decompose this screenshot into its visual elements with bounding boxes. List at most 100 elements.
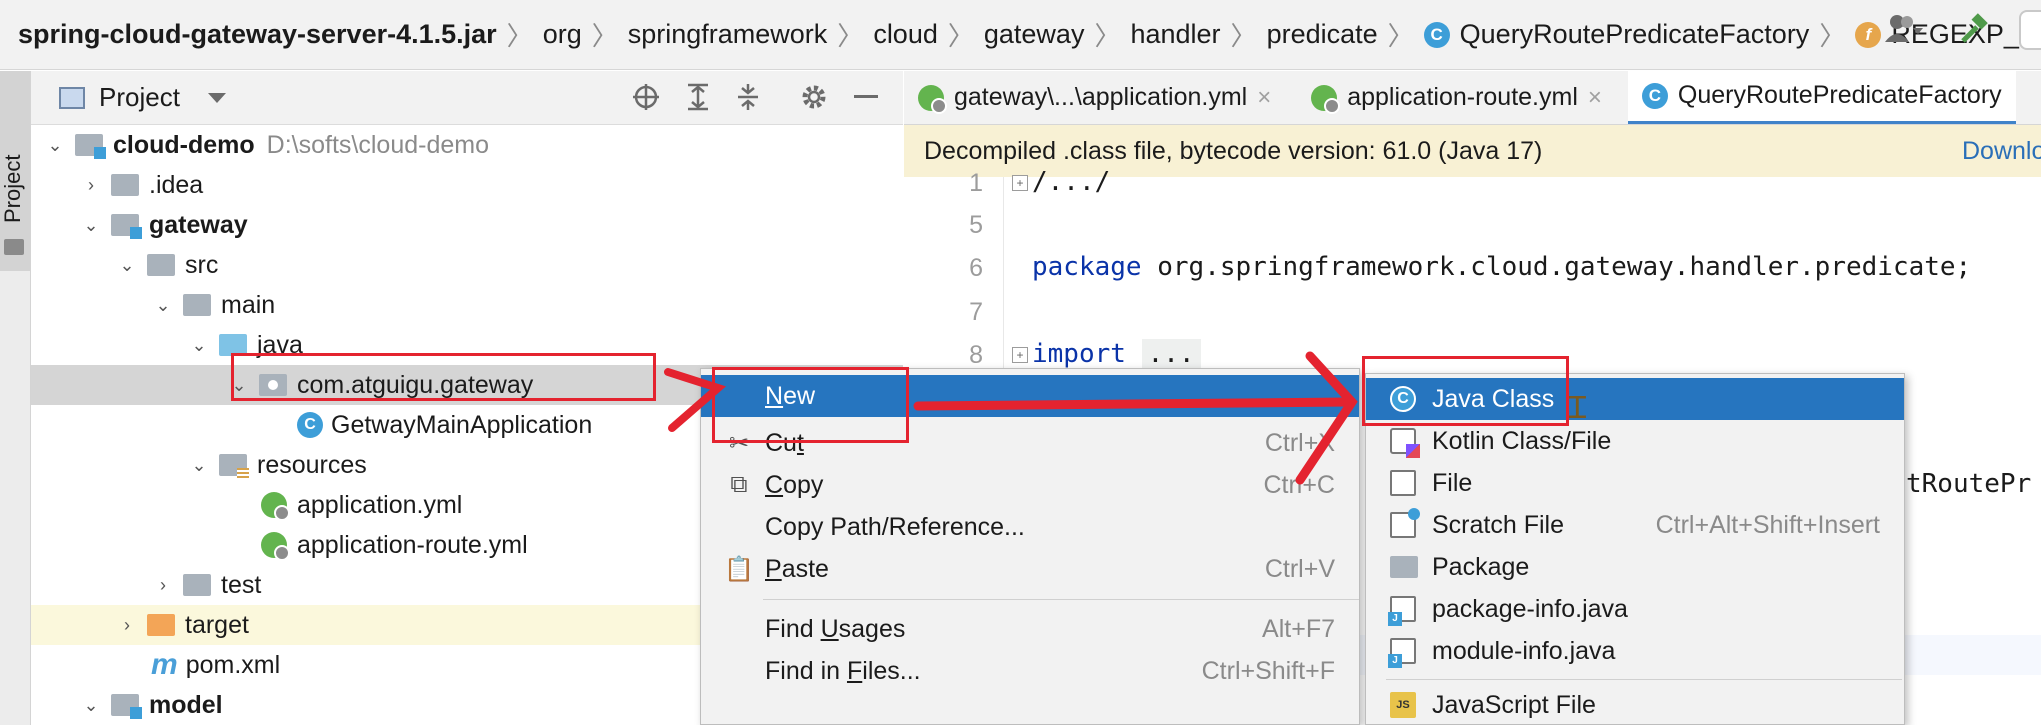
tab-query-route-predicate-factory[interactable]: C QueryRoutePredicateFactory [1627, 71, 2016, 124]
menu-shortcut: Ctrl+V [1264, 554, 1335, 583]
submenu-item-scratch-file[interactable]: Scratch File Ctrl+Alt+Shift+Insert [1366, 504, 1904, 546]
fold-expand-icon[interactable]: + [1012, 175, 1028, 191]
menu-label: Package [1432, 552, 1530, 581]
spring-yml-icon [1311, 84, 1341, 114]
text-cursor-icon: Ꮖ [1568, 392, 1588, 425]
menu-item-paste[interactable]: 📋 Paste Ctrl+V [701, 548, 1359, 590]
tree-item-idea[interactable]: › .idea [31, 165, 903, 205]
breadcrumb-class[interactable]: C QueryRoutePredicateFactory [1418, 19, 1816, 50]
breadcrumb-predicate[interactable]: predicate [1261, 19, 1384, 50]
chevron-right-icon: 〉 [1230, 21, 1257, 51]
chevron-right-icon: 〉 [837, 21, 864, 51]
menu-shortcut: Ctrl+C [1263, 470, 1335, 499]
tree-item-cloud-demo[interactable]: ⌄ cloud-demo D:\softs\cloud-demo [31, 125, 903, 165]
submenu-item-module-info[interactable]: module-info.java [1366, 630, 1904, 672]
breadcrumb-gateway[interactable]: gateway [978, 19, 1091, 50]
chevron-down-icon[interactable]: ⌄ [153, 295, 173, 315]
tree-item-label: application.yml [297, 490, 463, 519]
line-number: 6 [969, 254, 983, 282]
menu-label: package-info.java [1432, 594, 1628, 623]
crosshair-locate-icon[interactable] [632, 83, 660, 111]
chevron-right-icon[interactable]: › [153, 575, 173, 595]
close-icon[interactable]: × [1588, 84, 1602, 112]
chevron-right-icon: 〉 [1819, 21, 1846, 51]
chevron-right-icon[interactable]: › [81, 175, 101, 195]
tree-item-gateway[interactable]: ⌄ gateway [31, 205, 903, 245]
tree-item-label: GetwayMainApplication [331, 410, 593, 439]
tree-item-label: .idea [149, 170, 204, 199]
chevron-right-icon: 〉 [947, 21, 974, 51]
folder-icon [183, 294, 211, 316]
chevron-down-icon[interactable]: ⌄ [81, 695, 101, 715]
code-line-8: import ... [1032, 339, 1201, 369]
submenu-item-package-info[interactable]: package-info.java [1366, 588, 1904, 630]
menu-item-find-in-files[interactable]: Find in Files... Ctrl+Shift+F [701, 650, 1359, 692]
submenu-item-package[interactable]: Package [1366, 546, 1904, 588]
navigation-breadcrumb: spring-cloud-gateway-server-4.1.5.jar 〉 … [0, 0, 2041, 70]
banner-text: Decompiled .class file, bytecode version… [924, 136, 1543, 165]
line-number: 5 [969, 211, 983, 239]
tree-item-label: test [221, 570, 262, 599]
chevron-down-icon[interactable]: ⌄ [189, 455, 209, 475]
submenu-item-file[interactable]: File [1366, 462, 1904, 504]
breadcrumb-cloud[interactable]: cloud [867, 19, 944, 50]
tree-item-label: resources [257, 450, 367, 479]
code-text: org.springframework.cloud.gateway.handle… [1141, 252, 1972, 282]
toolbar-overflow-box[interactable] [2019, 10, 2041, 50]
javascript-file-icon: JS [1390, 692, 1416, 718]
tree-item-label: gateway [149, 210, 248, 239]
menu-item-find-usages[interactable]: Find Usages Alt+F7 [701, 608, 1359, 650]
expand-all-icon[interactable] [686, 83, 710, 111]
menu-shortcut: Ctrl+Shift+F [1201, 656, 1335, 685]
project-panel-header: Project [31, 71, 903, 125]
code-line-6: package org.springframework.cloud.gatewa… [1032, 252, 1971, 282]
menu-item-copy-path[interactable]: Copy Path/Reference... [701, 506, 1359, 548]
breadcrumb-org[interactable]: org [537, 19, 588, 50]
chevron-down-icon[interactable]: ⌄ [45, 135, 65, 155]
breadcrumb-class-label: QueryRoutePredicateFactory [1459, 19, 1810, 49]
minimize-icon[interactable] [854, 94, 878, 100]
chevron-down-icon[interactable]: ⌄ [117, 255, 137, 275]
folder-icon [111, 174, 139, 196]
menu-separator [1386, 679, 1902, 680]
spring-yml-icon [261, 492, 290, 521]
breadcrumb-springframework[interactable]: springframework [622, 19, 834, 50]
user-dropdown-icon[interactable] [1883, 10, 1929, 50]
tab-application-yml[interactable]: gateway\...\application.yml × [904, 71, 1285, 124]
chevron-down-icon[interactable]: ⌄ [189, 335, 209, 355]
submenu-item-javascript-file[interactable]: JS JavaScript File [1366, 684, 1904, 725]
chevron-right-icon: 〉 [591, 21, 618, 51]
spring-yml-icon [918, 84, 947, 114]
chevron-down-icon[interactable]: ⌄ [81, 215, 101, 235]
tab-label: gateway\...\application.yml [954, 83, 1248, 111]
left-tool-strip: Project [0, 71, 31, 725]
code-line-1: /.../ [1032, 167, 1110, 197]
chevron-right-icon[interactable]: › [117, 615, 137, 635]
tree-item-main[interactable]: ⌄ main [31, 285, 903, 325]
annotation-box-new [712, 367, 909, 443]
tree-item-src[interactable]: ⌄ src [31, 245, 903, 285]
project-panel-title[interactable]: Project [99, 82, 180, 113]
tree-item-label: model [149, 690, 223, 719]
line-number: 8 [969, 341, 983, 369]
gear-icon[interactable] [800, 83, 828, 111]
close-icon[interactable]: × [1257, 84, 1271, 112]
project-tool-tab-label: Project [0, 154, 25, 223]
excluded-folder-icon [147, 614, 175, 636]
build-hammer-icon[interactable] [1957, 13, 1991, 47]
code-keyword: package [1032, 252, 1142, 282]
menu-label: Find Usages [765, 614, 906, 643]
collapse-all-icon[interactable] [736, 83, 760, 111]
chevron-right-icon: 〉 [1387, 21, 1414, 51]
download-sources-link[interactable]: Downlo [1962, 137, 2041, 166]
fold-expand-icon[interactable]: + [1012, 347, 1028, 363]
submenu-item-kotlin[interactable]: Kotlin Class/File [1366, 420, 1904, 462]
tab-application-route-yml[interactable]: application-route.yml × [1297, 71, 1616, 124]
tree-item-label: target [185, 610, 249, 639]
folded-imports[interactable]: ... [1141, 339, 1201, 369]
kotlin-file-icon [1390, 428, 1420, 458]
menu-item-copy[interactable]: ⧉ Copy Ctrl+C [701, 464, 1359, 506]
breadcrumb-handler[interactable]: handler [1124, 19, 1226, 50]
breadcrumb-jar[interactable]: spring-cloud-gateway-server-4.1.5.jar [12, 19, 503, 50]
chevron-down-icon[interactable] [206, 91, 228, 105]
